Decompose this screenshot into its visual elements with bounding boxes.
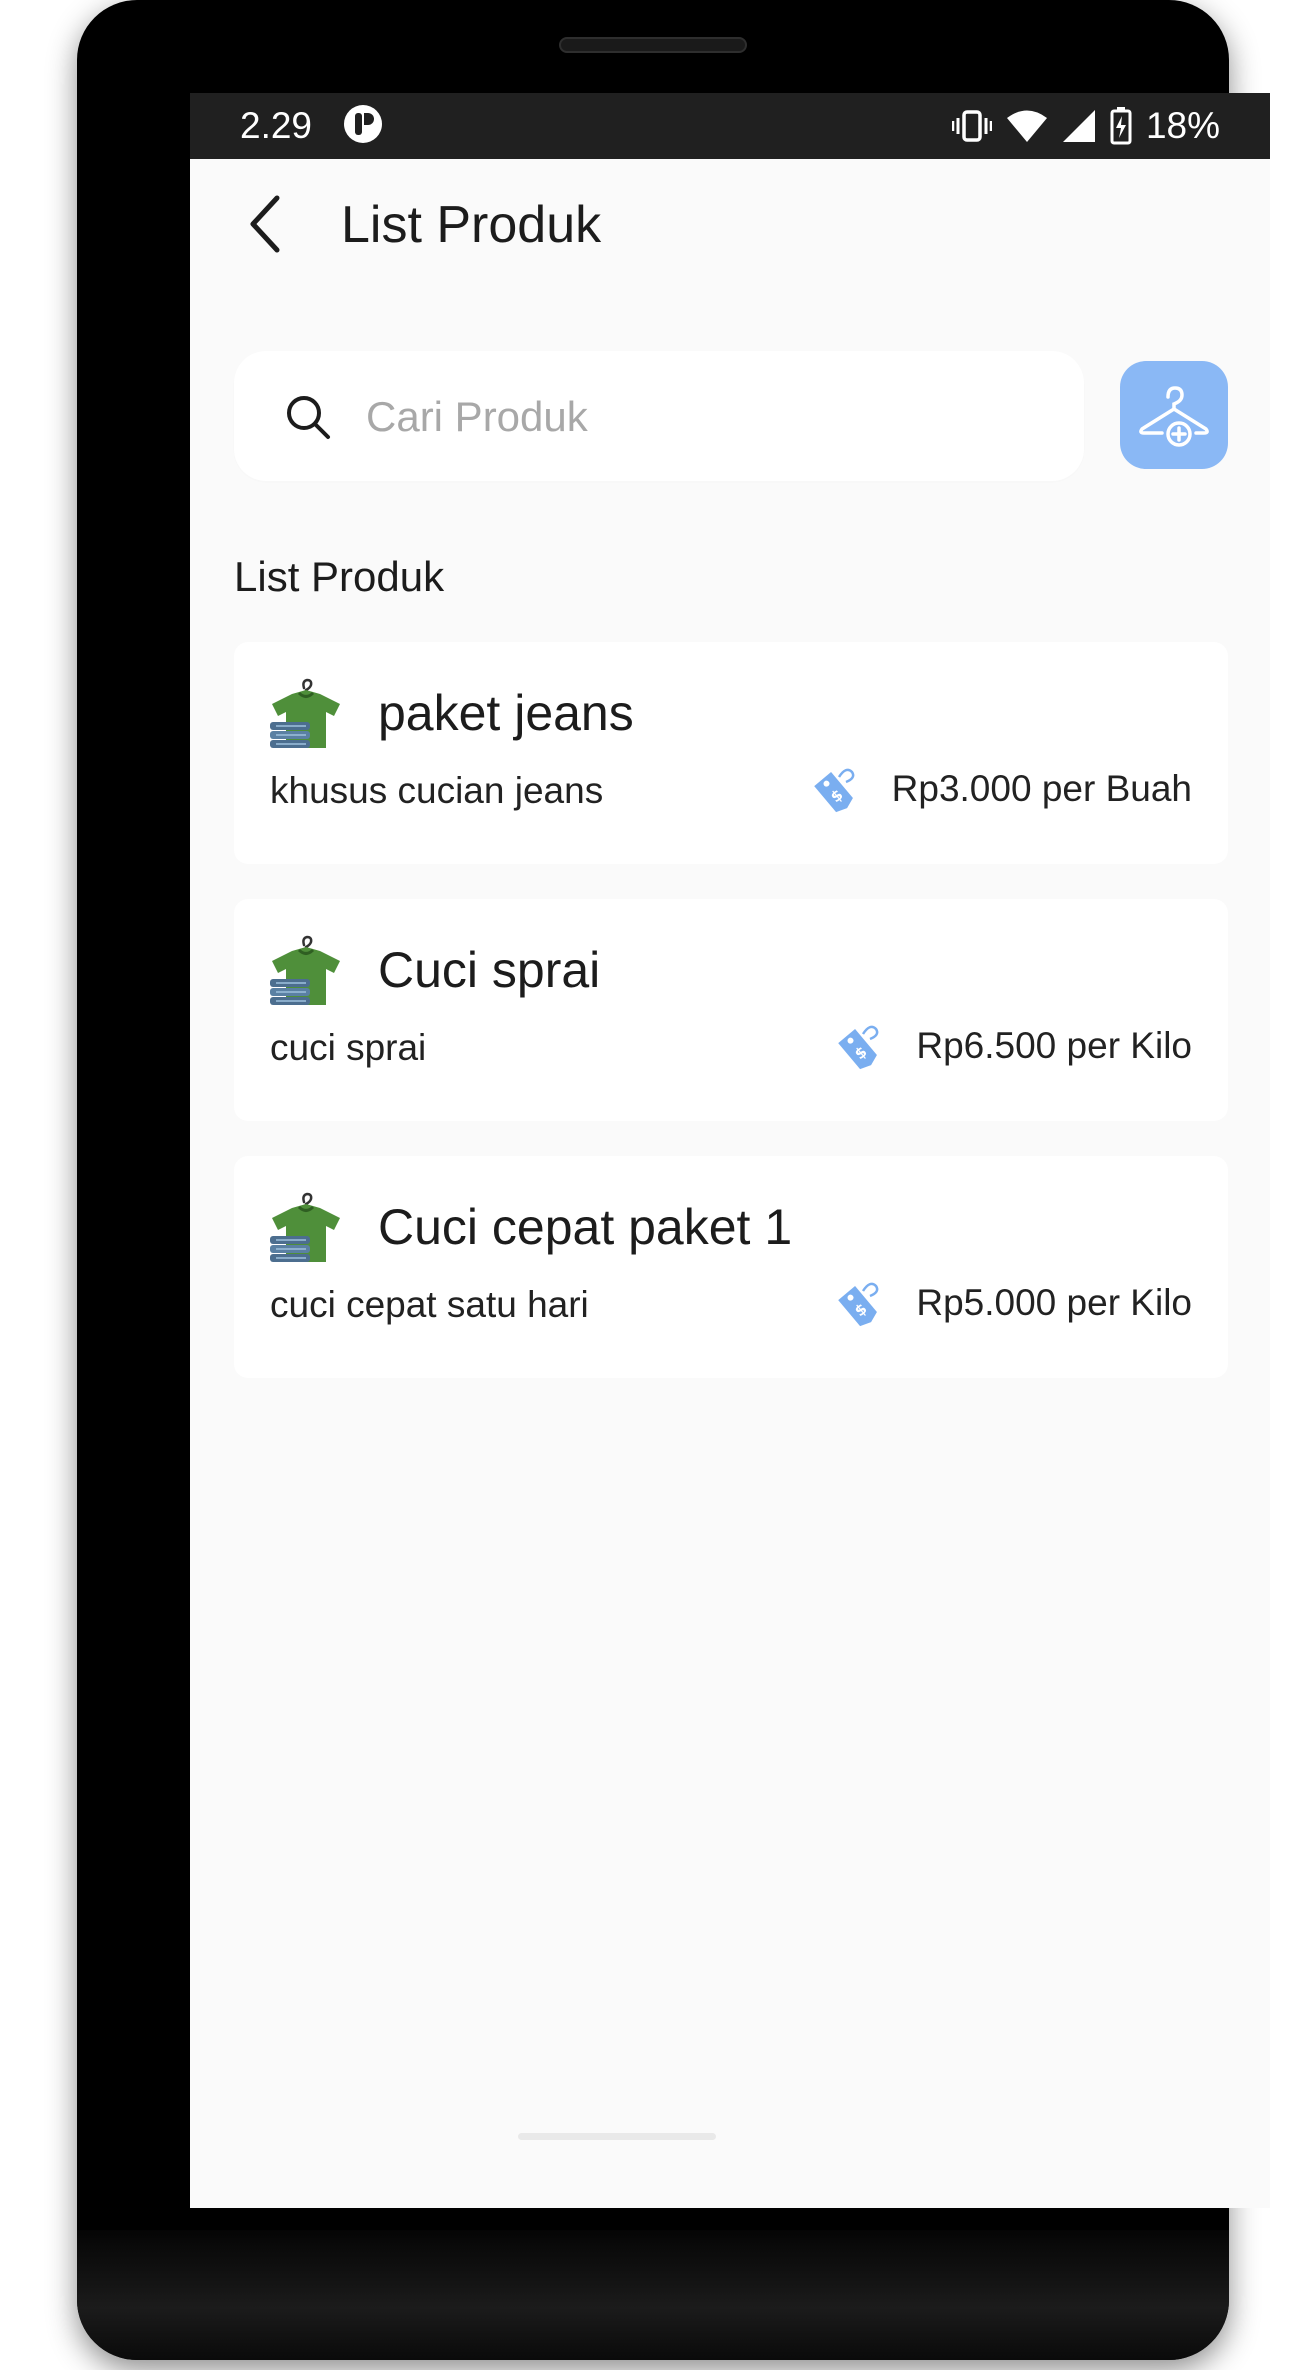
product-description: khusus cucian jeans (270, 770, 604, 811)
shirt-stack-icon (270, 935, 340, 1005)
price-tag-icon: $ (838, 1282, 879, 1327)
back-button[interactable] (230, 189, 300, 259)
product-card[interactable]: paket jeans khusus cucian jeans $ Rp3.00… (234, 642, 1228, 864)
product-name: Cuci cepat paket 1 (378, 1199, 793, 1255)
product-card[interactable]: Cuci sprai cuci sprai $ Rp6.500 per Kilo (234, 899, 1228, 1121)
status-time: 2.29 (240, 105, 313, 146)
product-price-row: $ Rp6.500 per Kilo (830, 1021, 1192, 1071)
phone-frame: 2.29 18% List Produk Cari Produk List Pr… (77, 0, 1270, 2360)
notification-app-icon (344, 105, 382, 143)
product-description: cuci sprai (270, 1027, 427, 1068)
price-tag-icon: $ (838, 1025, 879, 1070)
status-bar: 2.29 18% (190, 93, 1270, 159)
phone-speaker (559, 37, 747, 53)
product-name: paket jeans (378, 685, 634, 741)
wifi-icon (1006, 110, 1047, 142)
shirt-stack-icon (270, 678, 340, 748)
section-title: List Produk (234, 553, 445, 600)
back-arrow-icon (250, 195, 280, 253)
app-screen: 2.29 18% List Produk Cari Produk List Pr… (190, 93, 1270, 2208)
search-icon (287, 396, 330, 439)
battery-percentage: 18% (1145, 105, 1220, 146)
app-header: List Produk (190, 159, 1270, 309)
search-bar[interactable] (234, 351, 1084, 481)
product-card[interactable]: Cuci cepat paket 1 cuci cepat satu hari … (234, 1156, 1228, 1378)
status-indicators: 18% (951, 103, 1220, 149)
signal-icon (1062, 110, 1095, 142)
product-price: Rp5.000 per Kilo (916, 1282, 1192, 1323)
product-description: cuci cepat satu hari (270, 1284, 589, 1325)
add-product-button[interactable] (1120, 361, 1228, 469)
product-price-row: $ Rp3.000 per Buah (806, 764, 1192, 814)
home-gesture-bar[interactable] (518, 2133, 716, 2140)
product-price-row: $ Rp5.000 per Kilo (830, 1278, 1192, 1328)
product-price: Rp6.500 per Kilo (916, 1025, 1192, 1066)
price-tag-icon: $ (813, 768, 855, 813)
product-price: Rp3.000 per Buah (891, 768, 1192, 809)
battery-charging-icon (1110, 107, 1132, 145)
product-name: Cuci sprai (378, 942, 601, 998)
shirt-stack-icon (270, 1192, 340, 1262)
page-title: List Produk (341, 196, 602, 254)
vibrate-icon (951, 110, 992, 142)
hanger-add-icon (1139, 386, 1209, 447)
search-input[interactable] (364, 371, 1058, 463)
